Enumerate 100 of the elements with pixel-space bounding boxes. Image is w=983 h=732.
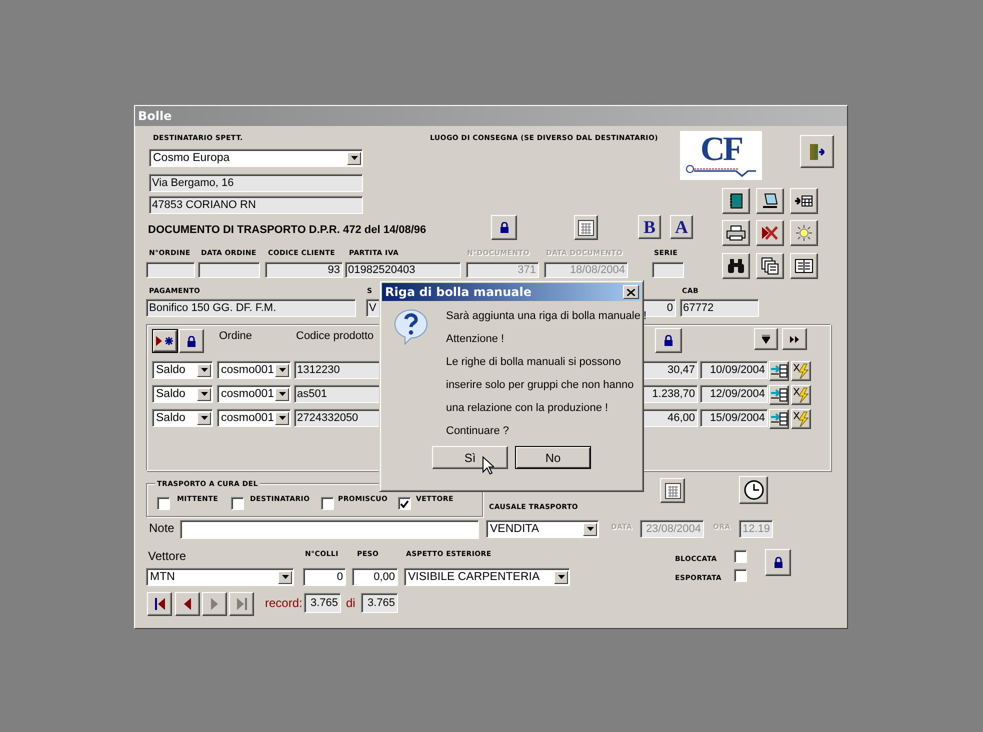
clock-button[interactable] xyxy=(739,476,768,504)
row-action-button[interactable] xyxy=(791,409,811,429)
fast-forward-button[interactable] xyxy=(782,328,807,350)
toolbar-button[interactable] xyxy=(790,253,818,279)
type-combo[interactable]: Saldo xyxy=(152,361,213,379)
checkbox[interactable] xyxy=(734,569,747,582)
calendar-button[interactable] xyxy=(574,215,598,240)
cab-field[interactable]: 67772 xyxy=(680,299,759,317)
column-header: Ordine xyxy=(219,329,252,344)
dropdown-arrow-icon xyxy=(350,156,358,160)
dialog-button[interactable]: Sì xyxy=(432,446,508,469)
calendar-button[interactable] xyxy=(660,478,685,503)
move-down-button[interactable] xyxy=(754,328,778,350)
format-button[interactable]: B xyxy=(638,215,661,239)
row-action-button[interactable] xyxy=(769,385,789,405)
input-field[interactable]: 01982520403 xyxy=(345,262,461,278)
lock-button[interactable] xyxy=(179,329,204,353)
date-field[interactable]: 15/09/2004 xyxy=(700,409,768,427)
dialog-button[interactable]: No xyxy=(515,446,591,469)
carrier-combo[interactable]: MTN xyxy=(146,568,294,586)
window-title: Bolle xyxy=(135,106,847,126)
packages-field[interactable]: 0 xyxy=(303,568,346,586)
city-field[interactable]: 47853 CORIANO RN xyxy=(149,196,363,214)
record-nav-button[interactable] xyxy=(175,592,200,616)
lock-button[interactable] xyxy=(765,549,791,576)
address-field[interactable]: Via Bergamo, 16 xyxy=(149,174,363,192)
record-of-label: di xyxy=(346,596,356,611)
toolbar-button[interactable] xyxy=(790,188,818,214)
lock-button[interactable] xyxy=(491,215,517,240)
arrow-table-icon xyxy=(770,387,788,403)
toolbar-button[interactable] xyxy=(756,253,784,279)
toolbar-button[interactable] xyxy=(756,220,784,246)
type-combo[interactable]: Saldo xyxy=(152,409,213,427)
mouse-cursor-icon xyxy=(482,456,494,475)
lightning-icon xyxy=(792,386,810,404)
toolbar-button[interactable] xyxy=(790,220,818,246)
order-combo[interactable]: cosmo001 xyxy=(217,409,291,427)
record-total-field[interactable]: 3.765 xyxy=(361,593,398,613)
checkbox[interactable] xyxy=(734,550,747,563)
dialog-message: Continuare ? xyxy=(446,424,510,438)
form-icon xyxy=(795,259,813,273)
weight-field[interactable]: 0,00 xyxy=(352,568,398,586)
clock-icon xyxy=(742,479,764,501)
book-icon xyxy=(729,193,743,209)
record-label: record: xyxy=(265,596,302,611)
appearance-combo[interactable]: VISIBILE CARPENTERIA xyxy=(404,568,570,586)
date-field[interactable]: 12/09/2004 xyxy=(700,385,768,403)
dropdown-arrow-icon xyxy=(200,368,208,372)
input-field[interactable]: 93 xyxy=(265,262,343,278)
record-number-field[interactable]: 3.765 xyxy=(304,593,341,613)
first-record-icon xyxy=(154,598,164,610)
column-header: Codice prodotto xyxy=(296,329,374,344)
format-button[interactable]: A xyxy=(670,215,693,239)
toolbar-button[interactable] xyxy=(722,253,750,279)
date-field[interactable]: 10/09/2004 xyxy=(700,361,768,379)
delete-icon xyxy=(761,225,779,241)
check-icon xyxy=(400,500,409,508)
checkbox[interactable] xyxy=(231,497,244,510)
exit-button[interactable] xyxy=(800,135,834,168)
toolbar-button[interactable] xyxy=(722,220,750,246)
calendar-icon xyxy=(578,220,594,236)
checkbox[interactable] xyxy=(157,497,170,510)
dropdown-arrow-icon xyxy=(586,527,594,531)
new-record-button[interactable] xyxy=(153,330,177,352)
dialog-message: Le righe di bolla manuali si possono xyxy=(446,355,622,369)
field-label: Vettore xyxy=(148,549,186,564)
exit-door-icon xyxy=(808,142,826,160)
input-field[interactable] xyxy=(198,262,260,278)
dropdown-arrow-icon xyxy=(278,392,286,396)
fast-forward-icon xyxy=(790,336,799,342)
dropdown-arrow-icon xyxy=(282,575,288,579)
arrow-table-icon xyxy=(770,411,788,427)
checkbox[interactable] xyxy=(321,497,334,510)
checkbox[interactable] xyxy=(398,497,411,510)
close-button[interactable] xyxy=(623,285,639,299)
order-combo[interactable]: cosmo001 xyxy=(217,361,291,379)
payment-field[interactable]: Bonifico 150 GG. DF. F.M. xyxy=(146,299,356,317)
next-record-icon xyxy=(211,598,218,610)
recipient-combo[interactable]: Cosmo Europa xyxy=(149,149,363,167)
toolbar-button[interactable] xyxy=(756,188,784,214)
lightning-icon xyxy=(792,410,810,428)
lock-button[interactable] xyxy=(655,328,682,353)
row-action-button[interactable] xyxy=(791,385,811,405)
row-action-button[interactable] xyxy=(769,361,789,381)
input-field[interactable] xyxy=(652,262,684,278)
dropdown-arrow-icon xyxy=(278,368,286,372)
arrow-table-icon xyxy=(795,195,813,207)
record-nav-button[interactable] xyxy=(147,592,172,616)
pages-icon xyxy=(761,257,779,275)
input-field[interactable] xyxy=(146,262,195,278)
transport-reason-combo[interactable]: VENDITA xyxy=(486,520,599,538)
previous-record-icon xyxy=(184,598,191,610)
row-action-button[interactable] xyxy=(791,361,811,381)
row-action-button[interactable] xyxy=(769,409,789,429)
lock-icon xyxy=(500,222,508,233)
dropdown-arrow-icon xyxy=(278,416,286,420)
type-combo[interactable]: Saldo xyxy=(152,385,213,403)
toolbar-button[interactable] xyxy=(722,188,750,214)
order-combo[interactable]: cosmo001 xyxy=(217,385,291,403)
note-field[interactable] xyxy=(180,520,479,539)
